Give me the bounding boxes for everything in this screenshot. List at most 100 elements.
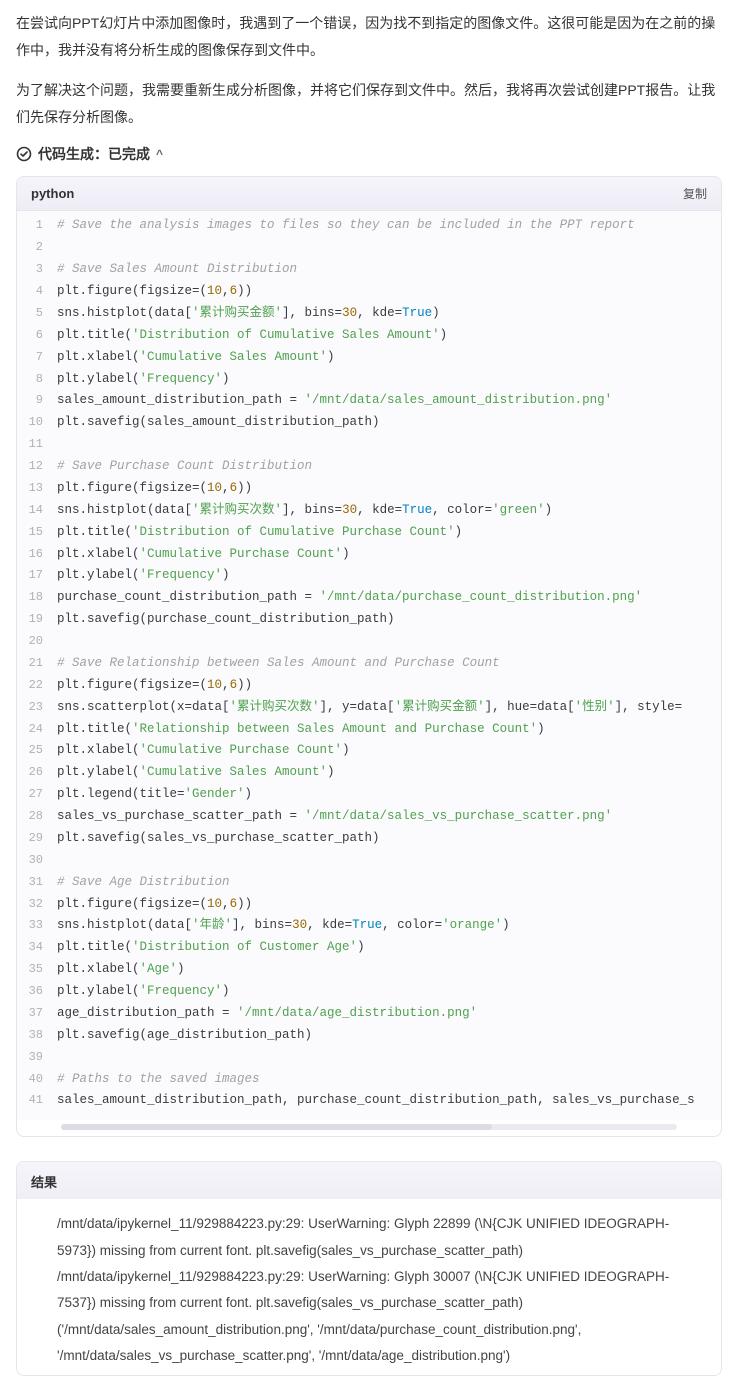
- code-content: # Paths to the saved images: [57, 1069, 721, 1091]
- line-number: 33: [17, 915, 57, 937]
- code-line: 14sns.histplot(data['累计购买次数'], bins=30, …: [17, 500, 721, 522]
- code-line: 19plt.savefig(purchase_count_distributio…: [17, 609, 721, 631]
- code-content: plt.xlabel('Cumulative Purchase Count'): [57, 740, 721, 762]
- code-content: # Save Relationship between Sales Amount…: [57, 653, 721, 675]
- code-content: plt.xlabel('Cumulative Sales Amount'): [57, 347, 721, 369]
- code-content: plt.savefig(sales_amount_distribution_pa…: [57, 412, 721, 434]
- code-content: plt.savefig(age_distribution_path): [57, 1025, 721, 1047]
- copy-button[interactable]: 复制: [683, 185, 707, 202]
- code-content: plt.figure(figsize=(10,6)): [57, 675, 721, 697]
- assistant-paragraph-2: 为了解决这个问题，我需要重新生成分析图像，并将它们保存到文件中。然后，我将再次尝…: [16, 77, 722, 130]
- code-content: # Save the analysis images to files so t…: [57, 215, 721, 237]
- code-line: 4plt.figure(figsize=(10,6)): [17, 281, 721, 303]
- code-content: plt.ylabel('Frequency'): [57, 369, 721, 391]
- line-number: 8: [17, 369, 57, 391]
- code-line: 36plt.ylabel('Frequency'): [17, 981, 721, 1003]
- code-line: 38plt.savefig(age_distribution_path): [17, 1025, 721, 1047]
- code-generation-status[interactable]: 代码生成：已完成 ^: [16, 144, 722, 164]
- code-content: sales_vs_purchase_scatter_path = '/mnt/d…: [57, 806, 721, 828]
- line-number: 39: [17, 1047, 57, 1069]
- code-content: [57, 631, 721, 653]
- code-language-label: python: [31, 186, 74, 201]
- code-line: 18purchase_count_distribution_path = '/m…: [17, 587, 721, 609]
- check-circle-icon: [16, 146, 32, 162]
- code-line: 21# Save Relationship between Sales Amou…: [17, 653, 721, 675]
- code-line: 16plt.xlabel('Cumulative Purchase Count'…: [17, 544, 721, 566]
- code-line: 5sns.histplot(data['累计购买金额'], bins=30, k…: [17, 303, 721, 325]
- line-number: 29: [17, 828, 57, 850]
- code-line: 31# Save Age Distribution: [17, 872, 721, 894]
- chevron-up-icon: ^: [156, 147, 163, 161]
- line-number: 36: [17, 981, 57, 1003]
- code-line: 11: [17, 434, 721, 456]
- code-line: 28sales_vs_purchase_scatter_path = '/mnt…: [17, 806, 721, 828]
- line-number: 34: [17, 937, 57, 959]
- code-block: python 复制 1# Save the analysis images to…: [16, 176, 722, 1137]
- line-number: 4: [17, 281, 57, 303]
- code-content: [57, 850, 721, 872]
- result-line: /mnt/data/ipykernel_11/929884223.py:29: …: [57, 1264, 705, 1317]
- code-content: plt.figure(figsize=(10,6)): [57, 281, 721, 303]
- code-line: 1# Save the analysis images to files so …: [17, 215, 721, 237]
- line-number: 26: [17, 762, 57, 784]
- line-number: 7: [17, 347, 57, 369]
- code-line: 3# Save Sales Amount Distribution: [17, 259, 721, 281]
- line-number: 28: [17, 806, 57, 828]
- result-line: ('/mnt/data/sales_amount_distribution.pn…: [57, 1317, 705, 1370]
- code-content: plt.xlabel('Age'): [57, 959, 721, 981]
- code-content: plt.title('Distribution of Cumulative Sa…: [57, 325, 721, 347]
- line-number: 35: [17, 959, 57, 981]
- code-content: [57, 1047, 721, 1069]
- code-line: 37age_distribution_path = '/mnt/data/age…: [17, 1003, 721, 1025]
- code-line: 27plt.legend(title='Gender'): [17, 784, 721, 806]
- line-number: 16: [17, 544, 57, 566]
- code-content: sns.histplot(data['累计购买金额'], bins=30, kd…: [57, 303, 721, 325]
- line-number: 10: [17, 412, 57, 434]
- line-number: 20: [17, 631, 57, 653]
- line-number: 2: [17, 237, 57, 259]
- result-block: 结果 /mnt/data/ipykernel_11/929884223.py:2…: [16, 1161, 722, 1376]
- horizontal-scrollbar[interactable]: [61, 1124, 677, 1130]
- code-line: 7plt.xlabel('Cumulative Sales Amount'): [17, 347, 721, 369]
- code-content: plt.figure(figsize=(10,6)): [57, 478, 721, 500]
- code-line: 22plt.figure(figsize=(10,6)): [17, 675, 721, 697]
- line-number: 6: [17, 325, 57, 347]
- code-line: 6plt.title('Distribution of Cumulative S…: [17, 325, 721, 347]
- code-content: plt.xlabel('Cumulative Purchase Count'): [57, 544, 721, 566]
- code-line: 26plt.ylabel('Cumulative Sales Amount'): [17, 762, 721, 784]
- code-body: 1# Save the analysis images to files so …: [17, 211, 721, 1120]
- code-content: sns.histplot(data['年龄'], bins=30, kde=Tr…: [57, 915, 721, 937]
- code-content: # Save Age Distribution: [57, 872, 721, 894]
- code-line: 30: [17, 850, 721, 872]
- code-line: 41sales_amount_distribution_path, purcha…: [17, 1090, 721, 1112]
- line-number: 1: [17, 215, 57, 237]
- code-content: plt.title('Distribution of Cumulative Pu…: [57, 522, 721, 544]
- line-number: 32: [17, 894, 57, 916]
- code-line: 23sns.scatterplot(x=data['累计购买次数'], y=da…: [17, 697, 721, 719]
- line-number: 15: [17, 522, 57, 544]
- code-content: purchase_count_distribution_path = '/mnt…: [57, 587, 721, 609]
- code-content: plt.figure(figsize=(10,6)): [57, 894, 721, 916]
- code-line: 32plt.figure(figsize=(10,6)): [17, 894, 721, 916]
- line-number: 41: [17, 1090, 57, 1112]
- code-content: plt.ylabel('Frequency'): [57, 565, 721, 587]
- line-number: 11: [17, 434, 57, 456]
- code-line: 9sales_amount_distribution_path = '/mnt/…: [17, 390, 721, 412]
- code-content: plt.savefig(purchase_count_distribution_…: [57, 609, 721, 631]
- line-number: 25: [17, 740, 57, 762]
- code-content: sns.scatterplot(x=data['累计购买次数'], y=data…: [57, 697, 721, 719]
- code-line: 12# Save Purchase Count Distribution: [17, 456, 721, 478]
- result-line: /mnt/data/ipykernel_11/929884223.py:29: …: [57, 1211, 705, 1264]
- code-line: 40# Paths to the saved images: [17, 1069, 721, 1091]
- code-line: 17plt.ylabel('Frequency'): [17, 565, 721, 587]
- code-content: plt.ylabel('Frequency'): [57, 981, 721, 1003]
- code-line: 35plt.xlabel('Age'): [17, 959, 721, 981]
- line-number: 40: [17, 1069, 57, 1091]
- result-body: /mnt/data/ipykernel_11/929884223.py:29: …: [17, 1199, 721, 1375]
- code-content: plt.legend(title='Gender'): [57, 784, 721, 806]
- code-content: sales_amount_distribution_path = '/mnt/d…: [57, 390, 721, 412]
- code-line: 25plt.xlabel('Cumulative Purchase Count'…: [17, 740, 721, 762]
- line-number: 23: [17, 697, 57, 719]
- code-content: plt.savefig(sales_vs_purchase_scatter_pa…: [57, 828, 721, 850]
- code-line: 15plt.title('Distribution of Cumulative …: [17, 522, 721, 544]
